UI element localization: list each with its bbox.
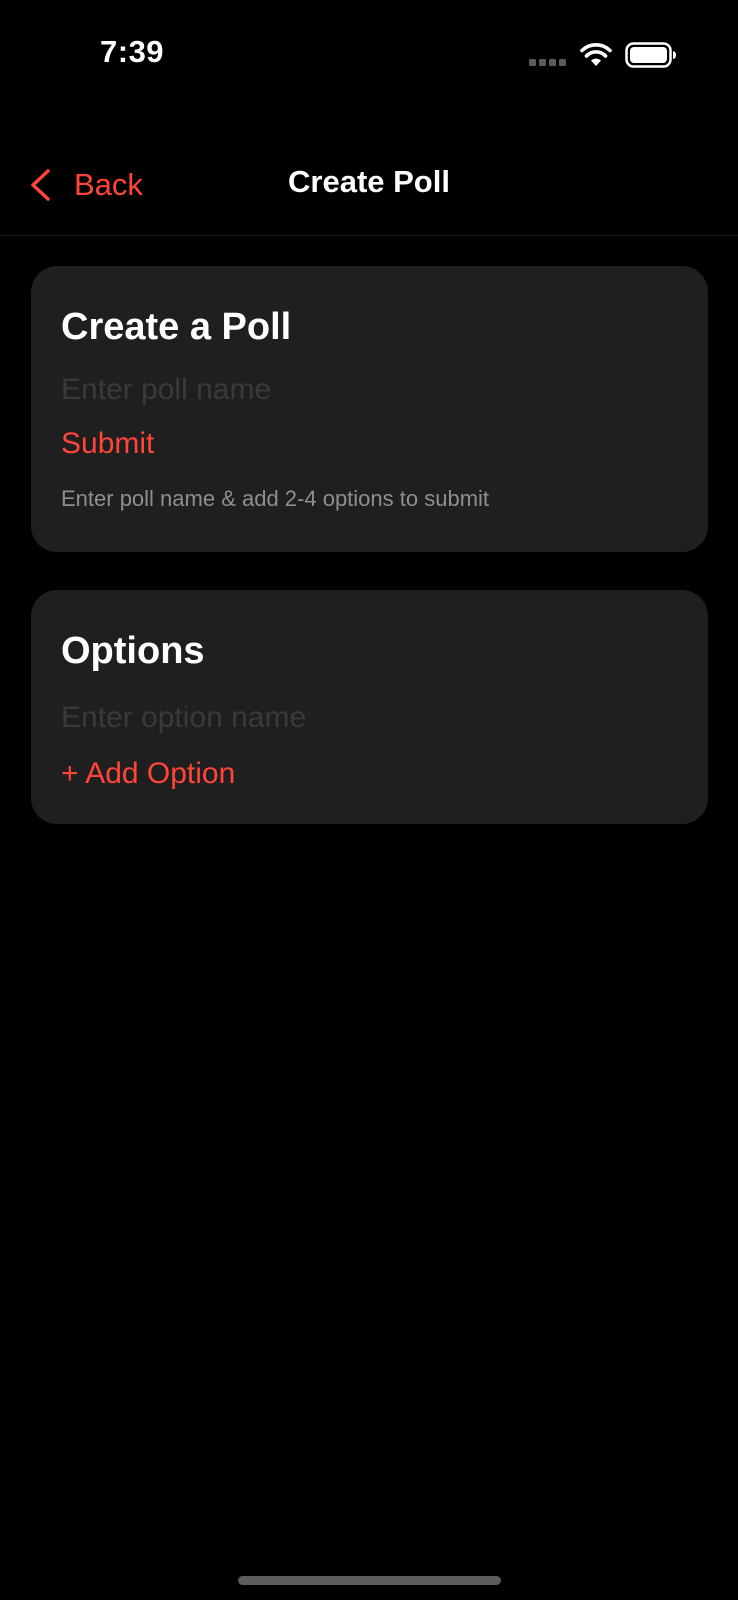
poll-name-input[interactable] bbox=[61, 370, 678, 410]
wifi-icon bbox=[580, 43, 612, 66]
battery-icon bbox=[625, 42, 676, 68]
signal-dots-icon bbox=[529, 59, 566, 66]
option-name-input[interactable] bbox=[61, 698, 678, 738]
add-option-button[interactable]: + Add Option bbox=[61, 754, 235, 794]
options-card: Options + Add Option bbox=[31, 590, 708, 824]
page-title: Create Poll bbox=[288, 164, 450, 199]
status-bar: 7:39 bbox=[0, 0, 738, 110]
options-heading: Options bbox=[61, 630, 205, 672]
status-time: 7:39 bbox=[100, 34, 165, 69]
screen: 7:39 Back Create Poll Create a Poll Ente… bbox=[0, 0, 738, 1600]
navigation-bar: Back Create Poll bbox=[0, 140, 738, 236]
create-poll-heading: Create a Poll bbox=[61, 306, 292, 348]
home-indicator bbox=[238, 1576, 501, 1585]
submit-button[interactable]: Submit bbox=[61, 424, 154, 464]
submit-helper-text: Enter poll name & add 2-4 options to sub… bbox=[61, 486, 490, 511]
create-poll-card: Create a Poll Submit Enter poll name & a… bbox=[31, 266, 708, 552]
